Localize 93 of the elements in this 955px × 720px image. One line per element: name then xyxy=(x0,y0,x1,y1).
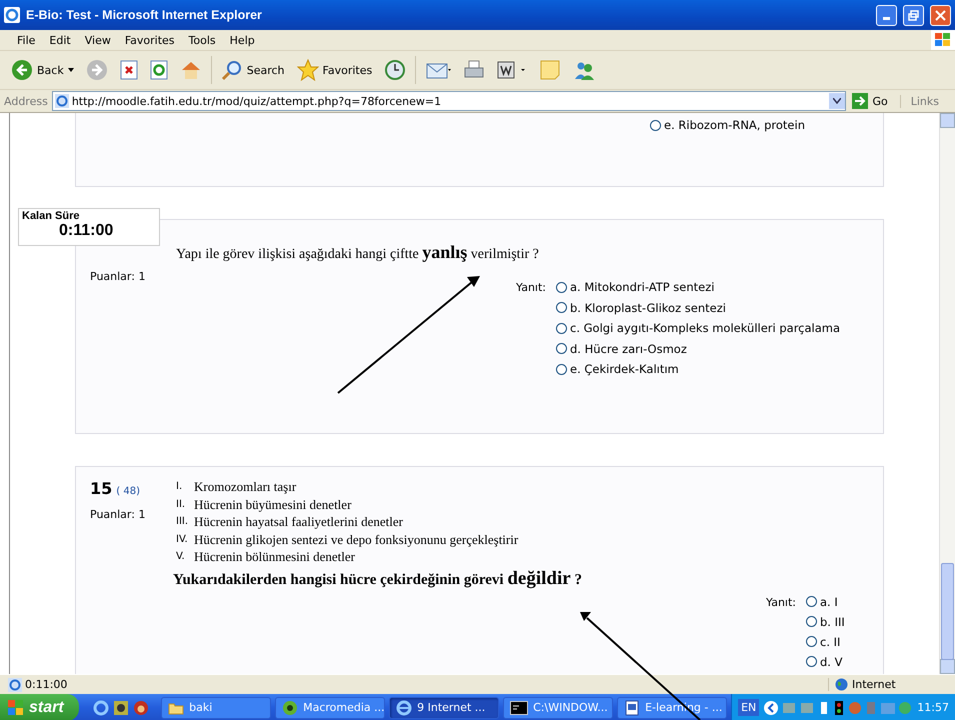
zone-label: Internet xyxy=(852,678,896,691)
globe-icon xyxy=(835,678,848,691)
option-label: a. I xyxy=(820,594,838,609)
menu-item[interactable]: File xyxy=(10,34,42,46)
menu-item[interactable]: Tools xyxy=(182,34,223,46)
statement-text: Hücrenin bölünmesini denetler xyxy=(194,549,356,566)
browser-icon[interactable] xyxy=(93,700,110,716)
taskbar-button[interactable]: Macromedia ... xyxy=(275,696,386,718)
window-title: E-Bio: Test - Microsoft Internet Explorer xyxy=(26,8,263,22)
roman-numeral: I. xyxy=(176,480,184,494)
clock: 11:57 xyxy=(917,701,949,714)
refresh-icon[interactable] xyxy=(150,60,168,80)
option-label: e. Çekirdek-Kalıtım xyxy=(570,362,679,376)
points-label: Puanlar: 1 xyxy=(90,270,146,283)
folder-icon xyxy=(168,700,184,714)
option-label: d. Hücre zarı-Osmoz xyxy=(570,342,687,356)
stop-icon[interactable] xyxy=(120,60,138,80)
browser-icon xyxy=(396,700,412,716)
printer-icon[interactable] xyxy=(463,60,486,80)
page-icon xyxy=(54,94,69,108)
roman-numeral: V. xyxy=(176,550,186,564)
taskbar-button[interactable]: baki xyxy=(161,696,272,718)
menu-item[interactable]: View xyxy=(78,34,118,46)
windows-logo-icon xyxy=(934,32,952,48)
answer-label: Yanıt: xyxy=(516,280,546,296)
close-icon xyxy=(935,10,946,20)
question-text: Yukarıdakilerden hangisi hücre çekirdeğinin görevi değildir ? xyxy=(173,568,583,590)
question-id-link[interactable]: ( 48) xyxy=(116,486,140,497)
history-icon[interactable] xyxy=(384,59,406,81)
roman-numeral: II. xyxy=(176,498,186,512)
app-icon xyxy=(282,700,298,716)
console-icon xyxy=(510,700,528,714)
minimize-button[interactable] xyxy=(876,4,897,26)
back-button[interactable]: Back xyxy=(8,57,77,83)
option-label: b. Kloroplast-Glikoz sentezi xyxy=(570,300,726,315)
menu-item[interactable]: Help xyxy=(222,34,262,46)
statement-text: Hücrenin büyümesini denetler xyxy=(194,496,352,514)
option-label: c. II xyxy=(820,634,840,649)
status-text: 0:11:00 xyxy=(25,678,68,691)
option-label: e. Ribozom-RNA, protein xyxy=(664,118,805,132)
tray-icons-drawing[interactable] xyxy=(763,698,914,716)
windows-logo-icon xyxy=(8,700,24,715)
go-button[interactable]: Go xyxy=(850,93,896,109)
app-icon[interactable] xyxy=(113,700,130,716)
document-icon xyxy=(624,700,640,716)
minimize-icon xyxy=(883,16,890,20)
statement-text: Hücrenin glikojen sentezi ve depo fonksiyonunu gerçekleştirir xyxy=(194,532,518,549)
dropdown-arrow-icon[interactable] xyxy=(68,68,74,72)
radio-button[interactable] xyxy=(806,596,817,608)
search-icon[interactable] xyxy=(220,59,243,81)
option-label: c. Golgi aygıtı-Kompleks molekülleri parçalama xyxy=(570,321,840,336)
close-button[interactable] xyxy=(930,4,951,26)
radio-button[interactable] xyxy=(806,636,817,648)
question-number: 15 xyxy=(90,479,112,498)
go-arrow-icon xyxy=(852,93,868,109)
taskbar-button[interactable]: 9 Internet ... xyxy=(389,696,500,718)
restore-button[interactable] xyxy=(903,4,924,26)
option-label: a. Mitokondri-ATP sentezi xyxy=(570,280,714,294)
browser-icon xyxy=(4,7,20,23)
radio-button[interactable] xyxy=(806,616,817,628)
timer-value: 0:11:00 xyxy=(58,222,114,240)
language-indicator[interactable]: EN xyxy=(738,699,760,716)
star-icon[interactable] xyxy=(296,59,319,81)
roman-numeral: III. xyxy=(176,515,190,530)
points-label: Puanlar: 1 xyxy=(90,508,146,521)
menu-item[interactable]: Favorites xyxy=(118,34,182,46)
radio-button[interactable] xyxy=(556,282,567,293)
option-label: b. III xyxy=(820,614,845,629)
taskbar-button[interactable]: C:\WINDOW... xyxy=(503,696,614,718)
roman-numeral: IV. xyxy=(176,532,189,547)
radio-button[interactable] xyxy=(556,322,567,334)
option-label: d. V xyxy=(820,654,842,669)
word-icon[interactable] xyxy=(497,61,528,79)
radio-button[interactable] xyxy=(556,364,567,375)
address-field[interactable]: http://moodle.fatih.edu.tr/mod/quiz/attempt.php?q=78forcenew=1 xyxy=(52,91,846,111)
radio-button[interactable] xyxy=(556,302,567,314)
search-button[interactable]: Search xyxy=(218,57,288,83)
address-label: Address xyxy=(4,94,48,108)
links-label[interactable]: Links xyxy=(900,94,955,108)
app-icon[interactable] xyxy=(133,700,150,716)
answer-label: Yanıt: xyxy=(766,594,796,611)
favorites-button[interactable]: Favorites xyxy=(294,57,376,83)
statement-text: Kromozomları taşır xyxy=(194,479,296,496)
timer-label: Kalan Süre xyxy=(22,210,80,222)
statement-text: Hücrenin hayatsal faaliyetlerini denetler xyxy=(194,514,403,532)
radio-button[interactable] xyxy=(556,343,567,354)
radio-button[interactable] xyxy=(650,120,661,131)
page-icon xyxy=(8,678,22,692)
menu-item[interactable]: Edit xyxy=(42,34,78,46)
question-text: Yapı ile görev ilişkisi aşağıdaki hangi çiftte yanlış verilmiştir ? xyxy=(176,241,540,263)
scrollbar[interactable] xyxy=(939,113,955,674)
radio-button[interactable] xyxy=(806,656,817,668)
restore-icon xyxy=(908,10,919,20)
